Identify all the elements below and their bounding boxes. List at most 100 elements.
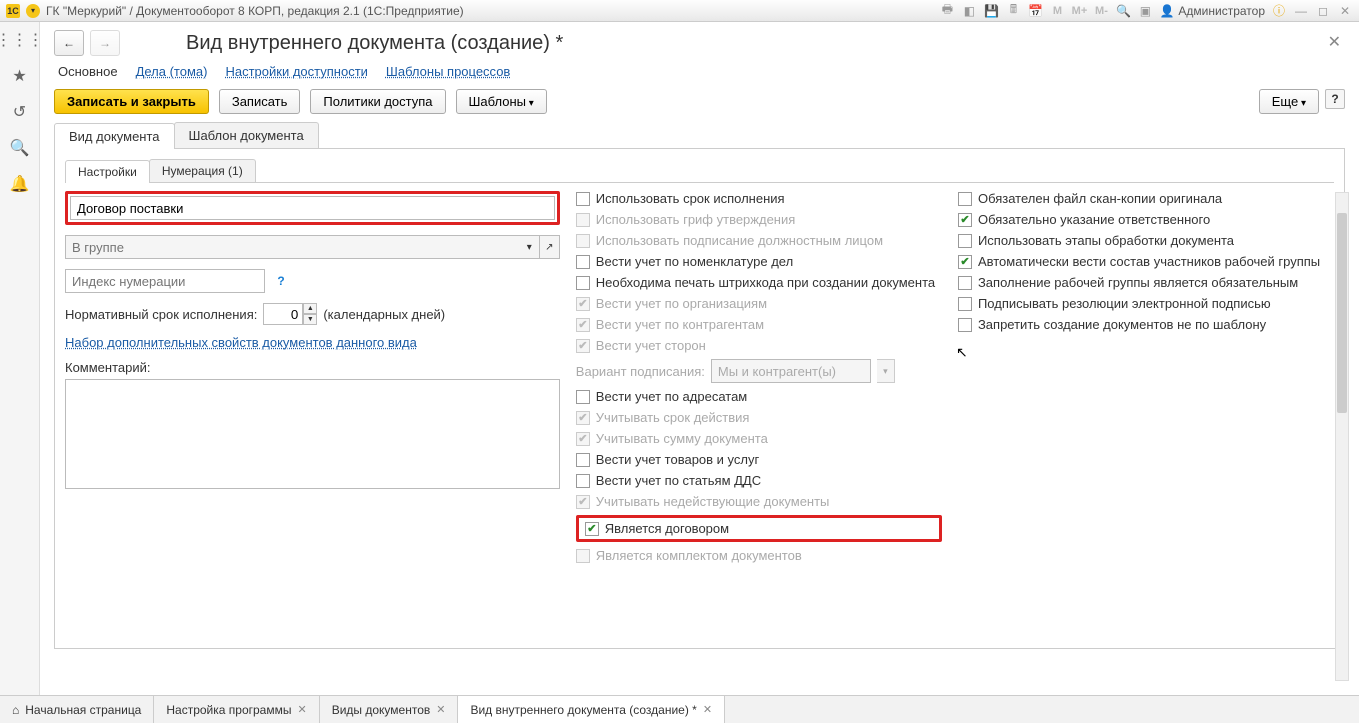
nav-back-button[interactable]: ←	[54, 30, 84, 56]
checkbox-label: Запретить создание документов не по шабл…	[978, 317, 1266, 332]
nav-tab-main[interactable]: Основное	[58, 64, 118, 79]
scrollbar-thumb[interactable]	[1337, 213, 1347, 413]
maximize-icon[interactable]: ◻	[1315, 3, 1331, 19]
group-field-row: ▾ ↗	[65, 235, 560, 259]
checkbox-icon[interactable]	[576, 192, 590, 206]
info-icon[interactable]: ⓘ	[1271, 3, 1287, 19]
sign-variant-row: Вариант подписания:▾	[576, 359, 942, 383]
policies-button[interactable]: Политики доступа	[310, 89, 445, 114]
comment-textarea[interactable]	[65, 379, 560, 489]
tab-doc-template[interactable]: Шаблон документа	[174, 122, 319, 148]
print-icon[interactable]: 🖶	[939, 3, 955, 19]
more-button[interactable]: Еще	[1259, 89, 1319, 114]
nav-tab-templates[interactable]: Шаблоны процессов	[386, 64, 510, 79]
comment-block: Комментарий:	[65, 360, 560, 492]
checkbox-icon: ✔	[576, 318, 590, 332]
checkbox-row: ✔ Вести учет сторон	[576, 338, 942, 353]
tab-close-icon[interactable]: ✕	[436, 703, 445, 716]
tab-close-icon[interactable]: ✕	[297, 703, 306, 716]
tab-numbering[interactable]: Нумерация (1)	[149, 159, 256, 182]
scrollbar[interactable]	[1335, 192, 1349, 681]
save-close-button[interactable]: Записать и закрыть	[54, 89, 209, 114]
help-button[interactable]: ?	[1325, 89, 1345, 109]
nav-tab-cases[interactable]: Дела (тома)	[136, 64, 208, 79]
bottom-tab[interactable]: Виды документов✕	[320, 696, 459, 723]
content-area: ✕ ← → Вид внутреннего документа (создани…	[40, 22, 1359, 695]
name-input[interactable]	[70, 196, 555, 220]
checkbox-icon[interactable]	[576, 390, 590, 404]
checkbox-icon[interactable]	[958, 276, 972, 290]
zoom-icon[interactable]: 🔍	[1115, 3, 1131, 19]
close-page-icon[interactable]: ✕	[1328, 32, 1341, 52]
checkbox-label: Вести учет по статьям ДДС	[596, 473, 761, 488]
templates-button[interactable]: Шаблоны	[456, 89, 547, 114]
apps-grid-icon[interactable]: ⋮⋮⋮	[10, 30, 30, 50]
calculator-icon[interactable]: 🖩	[1005, 3, 1021, 19]
checkbox-row: Вести учет по номенклатуре дел	[576, 254, 942, 269]
favorite-star-icon[interactable]: ★	[10, 66, 30, 86]
checkbox-label: Необходима печать штрихкода при создании…	[596, 275, 935, 290]
checkbox-row: Вести учет по адресатам	[576, 389, 942, 404]
checkbox-icon: ✔	[576, 339, 590, 353]
checkbox-row: Обязателен файл скан-копии оригинала	[958, 191, 1334, 206]
spinner-up-icon[interactable]: ▲	[303, 303, 317, 314]
checkbox-label: Вести учет сторон	[596, 338, 706, 353]
save-icon[interactable]: 💾	[983, 3, 999, 19]
tab-settings[interactable]: Настройки	[65, 160, 150, 183]
tab-close-icon[interactable]: ✕	[703, 703, 712, 716]
checkbox-icon: ✔	[576, 432, 590, 446]
group-open-icon[interactable]: ↗	[540, 235, 560, 259]
search-icon[interactable]: 🔍	[10, 138, 30, 158]
checkbox-icon[interactable]	[958, 234, 972, 248]
checkbox-icon[interactable]	[958, 318, 972, 332]
left-sidebar: ⋮⋮⋮ ★ ↺ 🔍 🔔	[0, 22, 40, 695]
checkbox-icon: ✔	[576, 297, 590, 311]
checkbox-icon[interactable]	[576, 276, 590, 290]
group-dropdown-icon[interactable]: ▾	[520, 235, 540, 259]
app-menu-dropdown-icon[interactable]: ▾	[26, 4, 40, 18]
checkbox-icon[interactable]: ✔	[958, 255, 972, 269]
user-icon: 👤	[1159, 4, 1174, 18]
checkbox-icon[interactable]	[958, 297, 972, 311]
nav-tab-access[interactable]: Настройки доступности	[225, 64, 367, 79]
checkbox-icon[interactable]	[958, 192, 972, 206]
extra-props-link[interactable]: Набор дополнительных свойств документов …	[65, 335, 560, 350]
m-plus-button[interactable]: М+	[1071, 3, 1087, 19]
checkbox-icon[interactable]	[576, 255, 590, 269]
bottom-tab[interactable]: Вид внутреннего документа (создание) *✕	[458, 696, 725, 723]
window-icon[interactable]: ▣	[1137, 3, 1153, 19]
bottom-tab-home[interactable]: ⌂ Начальная страница	[0, 696, 154, 723]
nav-forward-button[interactable]: →	[90, 30, 120, 56]
app-logo-icon: 1C	[6, 4, 20, 18]
checkbox-icon[interactable]	[576, 453, 590, 467]
bottom-tab[interactable]: Настройка программы✕	[154, 696, 319, 723]
checkbox-row: Заполнение рабочей группы является обяза…	[958, 275, 1334, 290]
index-help-icon[interactable]: ?	[271, 271, 291, 291]
checkbox-icon	[576, 234, 590, 248]
close-window-icon[interactable]: ✕	[1337, 3, 1353, 19]
checkbox-icon[interactable]: ✔	[958, 213, 972, 227]
checkbox-row: Использовать подписание должностным лицо…	[576, 233, 942, 248]
spinner-down-icon[interactable]: ▼	[303, 314, 317, 325]
checkbox-icon[interactable]	[576, 474, 590, 488]
preview-icon[interactable]: ◧	[961, 3, 977, 19]
notifications-icon[interactable]: 🔔	[10, 174, 30, 194]
m-button[interactable]: М	[1049, 3, 1065, 19]
home-icon: ⌂	[12, 703, 19, 717]
m-minus-button[interactable]: М-	[1093, 3, 1109, 19]
history-icon[interactable]: ↺	[10, 102, 30, 122]
checkbox-label: Вести учет по номенклатуре дел	[596, 254, 793, 269]
minimize-icon[interactable]: —	[1293, 3, 1309, 19]
index-input[interactable]	[65, 269, 265, 293]
save-button[interactable]: Записать	[219, 89, 301, 114]
group-input[interactable]	[65, 235, 560, 259]
checkbox-icon[interactable]: ✔	[585, 522, 599, 536]
inner-tabs: Настройки Нумерация (1)	[65, 159, 1334, 183]
tab-doc-type[interactable]: Вид документа	[54, 123, 175, 149]
deadline-input[interactable]	[263, 303, 303, 325]
select-dropdown-icon: ▾	[877, 359, 895, 383]
calendar-icon[interactable]: 📅	[1027, 3, 1043, 19]
user-label[interactable]: 👤 Администратор	[1159, 4, 1265, 18]
checkbox-label: Использовать срок исполнения	[596, 191, 785, 206]
checkbox-row: ✔Учитывать срок действия	[576, 410, 942, 425]
